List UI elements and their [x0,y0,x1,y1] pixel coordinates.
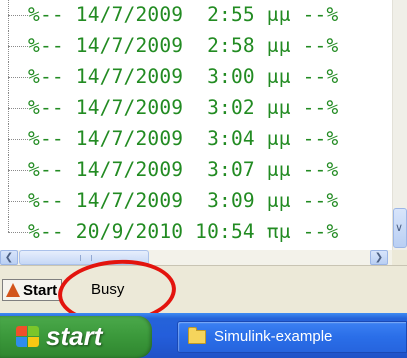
taskbar-item-simulink-example[interactable]: Simulink-example [177,321,407,353]
history-entry[interactable]: %-- 20/9/2010 10:54 πμ --% [0,217,392,248]
scroll-grip-icon [80,255,92,261]
history-entry[interactable]: %-- 14/7/2009 2:55 μμ --% [0,0,392,31]
windows-start-label: start [46,321,103,351]
scroll-left-button[interactable]: ❮ [0,250,18,265]
folder-icon [188,327,206,344]
matlab-start-button[interactable]: Start [2,279,63,301]
matlab-logo-icon [6,283,20,297]
windows-taskbar: start Simulink-example [0,313,407,358]
history-entry-text: %-- 14/7/2009 3:04 μμ --% [28,127,339,150]
scroll-down-button[interactable]: ∨ [393,208,407,248]
tree-connector [8,155,28,186]
matlab-status-bar: Start Busy [0,265,407,314]
vertical-scrollbar[interactable]: ∨ [392,0,407,250]
tree-connector [8,0,28,31]
scrollbar-corner [392,250,407,265]
history-entry[interactable]: %-- 14/7/2009 2:58 μμ --% [0,31,392,62]
tree-connector [8,217,28,248]
screen: %-- 14/7/2009 2:55 μμ --% %-- 14/7/2009 … [0,0,407,358]
tree-connector [8,31,28,62]
scroll-thumb[interactable] [19,250,149,265]
taskbar-item-label: Simulink-example [214,328,333,345]
history-entry[interactable]: %-- 14/7/2009 3:09 μμ --% [0,186,392,217]
tree-connector [8,93,28,124]
history-entry-text: %-- 14/7/2009 3:07 μμ --% [28,158,339,181]
history-entry-text: %-- 14/7/2009 3:09 μμ --% [28,189,339,212]
history-entry-text: %-- 20/9/2010 10:54 πμ --% [28,220,339,243]
command-history-panel: %-- 14/7/2009 2:55 μμ --% %-- 14/7/2009 … [0,0,392,250]
history-entry[interactable]: %-- 14/7/2009 3:02 μμ --% [0,93,392,124]
scroll-right-button[interactable]: ❯ [370,250,388,265]
chevron-left-icon: ❮ [4,252,14,263]
history-entry-text: %-- 14/7/2009 3:02 μμ --% [28,96,339,119]
history-entry[interactable]: %-- 14/7/2009 3:07 μμ --% [0,155,392,186]
matlab-start-label: Start [23,282,58,299]
windows-flag-icon [16,326,40,348]
horizontal-scrollbar[interactable]: ❮ ❯ [0,250,392,265]
tree-connector [8,62,28,93]
history-entry-text: %-- 14/7/2009 2:58 μμ --% [28,34,339,57]
windows-start-button[interactable]: start [0,316,152,358]
status-text: Busy [91,281,125,298]
chevron-down-icon: ∨ [395,221,404,234]
history-entry[interactable]: %-- 14/7/2009 3:00 μμ --% [0,62,392,93]
history-entry[interactable]: %-- 14/7/2009 3:04 μμ --% [0,124,392,155]
history-entry-text: %-- 14/7/2009 2:55 μμ --% [28,3,339,26]
history-entry-text: %-- 14/7/2009 3:00 μμ --% [28,65,339,88]
chevron-right-icon: ❯ [374,252,384,263]
tree-connector [8,186,28,217]
tree-connector [8,124,28,155]
